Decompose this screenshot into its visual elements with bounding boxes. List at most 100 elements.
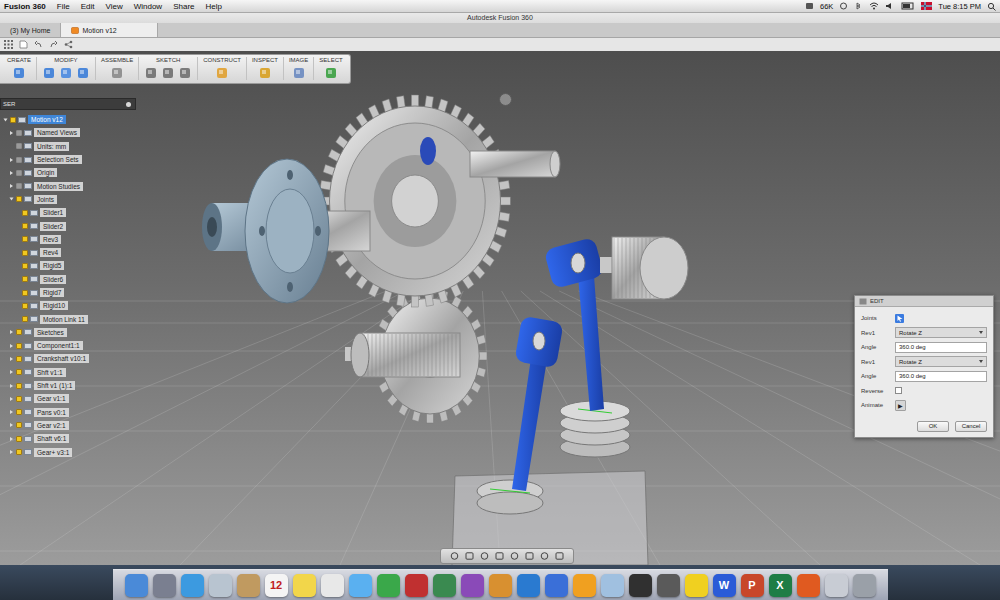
tool-icon[interactable] xyxy=(59,66,73,80)
toolbar-group[interactable]: MODIFY xyxy=(37,57,96,80)
nav-tool-icon[interactable] xyxy=(464,551,475,561)
tree-item[interactable]: Shaft v6:1 xyxy=(2,432,89,445)
visibility-bulb-icon[interactable] xyxy=(16,449,22,455)
nav-tool-icon[interactable] xyxy=(479,551,490,561)
expand-arrow-icon[interactable] xyxy=(14,302,20,309)
expand-arrow-icon[interactable] xyxy=(8,156,14,163)
visibility-bulb-icon[interactable] xyxy=(16,183,22,189)
volume-icon[interactable] xyxy=(885,2,895,10)
undo-icon[interactable] xyxy=(34,40,43,49)
dock-app-icon[interactable] xyxy=(517,574,540,597)
toolbar-group-label[interactable]: ASSEMBLE xyxy=(101,57,133,63)
visibility-bulb-icon[interactable] xyxy=(16,396,22,402)
visibility-bulb-icon[interactable] xyxy=(22,223,28,229)
expand-arrow-icon[interactable] xyxy=(8,382,14,389)
toolbar-group[interactable]: SELECT xyxy=(314,57,347,80)
view-cube-icon[interactable] xyxy=(499,93,512,106)
dock-app-icon[interactable] xyxy=(825,574,848,597)
expand-arrow-icon[interactable] xyxy=(8,329,14,336)
dock-app-icon[interactable] xyxy=(797,574,820,597)
expand-arrow-icon[interactable] xyxy=(8,169,14,176)
motion-select[interactable]: Rotate Z xyxy=(895,327,987,338)
visibility-bulb-icon[interactable] xyxy=(16,356,22,362)
tree-item[interactable]: Origin xyxy=(2,166,89,179)
dock-app-icon[interactable] xyxy=(349,574,372,597)
app-menu[interactable]: Fusion 360 xyxy=(4,2,46,11)
tree-item[interactable]: Crankshaft v10:1 xyxy=(2,352,89,365)
tree-item[interactable]: Sketches xyxy=(2,326,89,339)
toolbar-group[interactable]: INSPECT xyxy=(247,57,284,80)
document-tab[interactable]: Motion v12 xyxy=(61,23,157,37)
tree-item[interactable]: Gear v1:1 xyxy=(2,392,89,405)
nav-tool-icon[interactable] xyxy=(539,551,550,561)
tree-item[interactable]: Gear v2:1 xyxy=(2,419,89,432)
expand-arrow-icon[interactable] xyxy=(8,143,14,150)
expand-arrow-icon[interactable] xyxy=(8,355,14,362)
toolbar-group-label[interactable]: SKETCH xyxy=(156,57,180,63)
tool-icon[interactable] xyxy=(258,66,272,80)
dock-app-icon[interactable]: W xyxy=(713,574,736,597)
dock-app-icon[interactable] xyxy=(153,574,176,597)
wifi-icon[interactable] xyxy=(869,2,879,10)
tree-item[interactable]: Rigid10 xyxy=(2,299,89,312)
tree-item[interactable]: Component1:1 xyxy=(2,339,89,352)
tool-icon[interactable] xyxy=(292,66,306,80)
expand-arrow-icon[interactable] xyxy=(14,209,20,216)
share-icon[interactable] xyxy=(64,40,73,49)
expand-arrow-icon[interactable] xyxy=(8,183,14,190)
visibility-bulb-icon[interactable] xyxy=(22,290,28,296)
visibility-bulb-icon[interactable] xyxy=(16,170,22,176)
tree-item[interactable]: Motion Link 11 xyxy=(2,312,89,325)
dock-app-icon[interactable] xyxy=(237,574,260,597)
visibility-bulb-icon[interactable] xyxy=(16,436,22,442)
dock-app-icon[interactable] xyxy=(125,574,148,597)
expand-arrow-icon[interactable] xyxy=(8,129,14,136)
tree-item[interactable]: Rev4 xyxy=(2,246,89,259)
dock-app-icon[interactable] xyxy=(853,574,876,597)
nav-tool-icon[interactable] xyxy=(449,551,460,561)
document-tab[interactable]: (3) My Home xyxy=(0,23,61,37)
toolbar-group-label[interactable]: SELECT xyxy=(319,57,342,63)
expand-arrow-icon[interactable] xyxy=(14,262,20,269)
engine-block[interactable] xyxy=(452,401,648,565)
tool-icon[interactable] xyxy=(42,66,56,80)
toolbar-group[interactable]: CREATE xyxy=(2,57,37,80)
toolbar-group[interactable]: ASSEMBLE xyxy=(96,57,139,80)
tool-icon[interactable] xyxy=(110,66,124,80)
expand-arrow-icon[interactable] xyxy=(14,276,20,283)
toolbar-group-label[interactable]: CREATE xyxy=(7,57,31,63)
motion-select[interactable]: Rotate Z xyxy=(895,356,987,367)
expand-arrow-icon[interactable] xyxy=(14,223,20,230)
visibility-bulb-icon[interactable] xyxy=(22,316,28,322)
tree-item[interactable]: Selection Sets xyxy=(2,153,89,166)
select-joints-button[interactable] xyxy=(895,314,904,323)
tree-item[interactable]: Named Views xyxy=(2,126,89,139)
visibility-bulb-icon[interactable] xyxy=(16,422,22,428)
toolbar-group-label[interactable]: IMAGE xyxy=(289,57,308,63)
tree-item[interactable]: Shft v1 (1):1 xyxy=(2,379,89,392)
tree-item[interactable]: Rigid5 xyxy=(2,259,89,272)
menu-item[interactable]: Edit xyxy=(81,2,95,11)
tool-icon[interactable] xyxy=(324,66,338,80)
toolbar-group-label[interactable]: CONSTRUCT xyxy=(203,57,241,63)
visibility-bulb-icon[interactable] xyxy=(16,130,22,136)
expand-arrow-icon[interactable] xyxy=(8,435,14,442)
tool-icon[interactable] xyxy=(178,66,192,80)
sync-icon[interactable] xyxy=(839,2,848,10)
pin-icon[interactable] xyxy=(126,102,131,107)
tree-item[interactable]: Rev3 xyxy=(2,233,89,246)
knurled-shaft[interactable] xyxy=(345,333,460,377)
dialog-button[interactable]: OK xyxy=(917,421,949,432)
dock-app-icon[interactable] xyxy=(377,574,400,597)
menu-item[interactable]: Window xyxy=(134,2,162,11)
tree-item[interactable]: Gear+ v3:1 xyxy=(2,445,89,458)
expand-arrow-icon[interactable] xyxy=(14,236,20,243)
dock-app-icon[interactable] xyxy=(209,574,232,597)
visibility-bulb-icon[interactable] xyxy=(22,236,28,242)
visibility-bulb-icon[interactable] xyxy=(22,210,28,216)
dock-app-icon[interactable] xyxy=(601,574,624,597)
dock-app-icon[interactable] xyxy=(629,574,652,597)
battery-icon[interactable] xyxy=(901,2,915,10)
dock-app-icon[interactable]: 12 xyxy=(265,574,288,597)
menu-item[interactable]: View xyxy=(105,2,122,11)
